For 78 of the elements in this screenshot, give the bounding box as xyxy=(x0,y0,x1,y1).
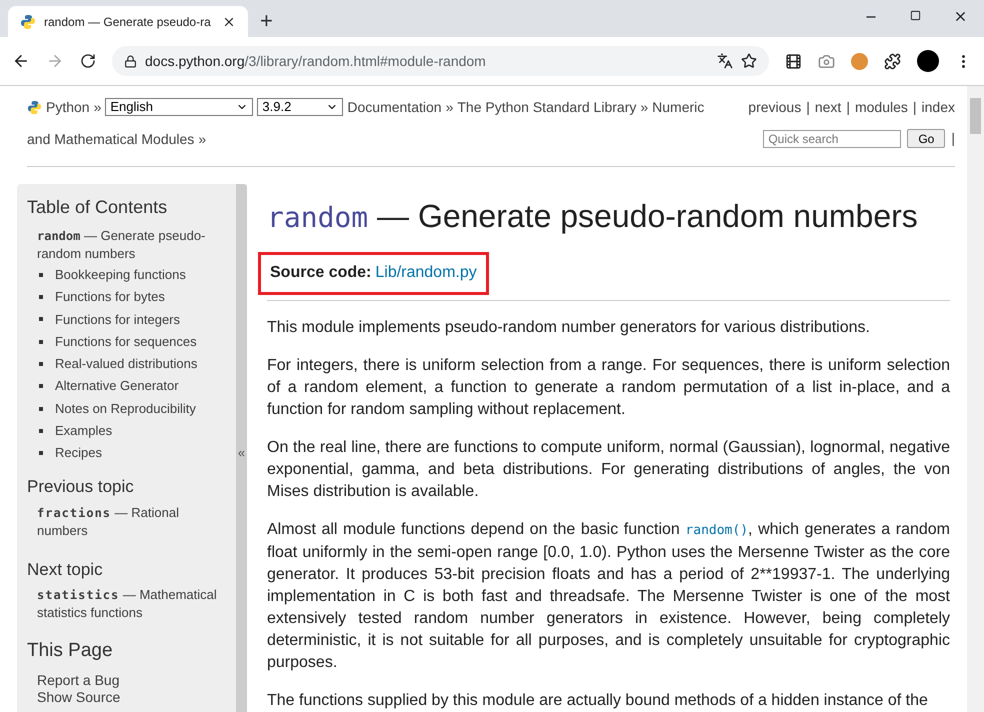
body-paragraph: Almost all module functions depend on the basic function random(), which generates a random float uniformly in the semi-open range [0.0, 1.0). Python uses the Mersenne Twister as the core generator. It produces 53-bit precision floats and has a period of 2**19937-1. The underlying implementation in C is both fast and threadsafe. The Mersenne Twister is one of the most extensively tested random number generators in existence. However, being completely deterministic, it is not suitable for all purposes, and is completely unsuitable for cryptographic purposes. xyxy=(267,520,950,673)
url-text: docs.python.org/3/library/random.html#module-random xyxy=(145,52,487,71)
toc-link[interactable]: Functions for integers xyxy=(55,310,180,330)
star-icon[interactable] xyxy=(741,53,757,69)
toc-link[interactable]: Bookkeeping functions xyxy=(55,264,186,284)
toc-link[interactable]: Functions for sequences xyxy=(55,332,197,352)
toc-link[interactable]: Notes on Reproducibility xyxy=(55,398,196,418)
nav-link[interactable]: modules xyxy=(854,97,908,118)
scrollbar-thumb[interactable] xyxy=(970,98,981,134)
tab-title: random — Generate pseudo-ra xyxy=(44,14,212,30)
body-paragraph: This module implements pseudo-random number generators for various distributions. xyxy=(267,318,871,338)
toc-link[interactable]: Alternative Generator xyxy=(55,376,179,396)
breadcrumb-link[interactable]: Numeric xyxy=(652,99,704,116)
translate-icon[interactable] xyxy=(717,53,733,69)
python-logo-icon xyxy=(20,14,36,30)
body-paragraph: For integers, there is uniform selection from a range. For sequences, there is uniform selection of a random element, a function to generate a random permutation of a list in-place, and a function for random sampling without replacement. xyxy=(267,356,950,420)
language-select[interactable]: English xyxy=(105,98,254,116)
bullet-icon xyxy=(39,317,43,322)
nav-link[interactable]: next xyxy=(814,97,842,118)
bullet-icon xyxy=(39,362,43,366)
next-topic-link[interactable]: statistics — Mathematical statistics functions xyxy=(27,586,228,622)
source-label: Source code: xyxy=(270,263,372,284)
camera-icon[interactable] xyxy=(818,52,835,70)
version-select[interactable]: 3.9.2 xyxy=(257,98,344,116)
source-link[interactable]: Lib/random.py xyxy=(375,261,477,286)
reload-icon[interactable] xyxy=(80,53,96,69)
collapse-sidebar-button[interactable]: « xyxy=(236,184,247,712)
new-tab-button[interactable]: + xyxy=(260,10,273,32)
page-title: random — Generate pseudo-random numbers xyxy=(267,196,919,236)
nav-link[interactable]: index xyxy=(922,97,955,118)
toc-link[interactable]: Examples xyxy=(55,421,112,441)
toc-link[interactable]: Recipes xyxy=(55,443,102,463)
toc-link[interactable]: Real-valued distributions xyxy=(55,354,198,374)
nav-link[interactable]: previous xyxy=(748,97,802,118)
toc-link[interactable]: Functions for bytes xyxy=(55,287,165,307)
link-separator: | xyxy=(806,98,810,117)
page-link[interactable]: Report a Bug xyxy=(27,672,228,689)
address-bar[interactable]: docs.python.org/3/library/random.html#module-random xyxy=(112,46,769,76)
bullet-icon xyxy=(39,451,43,456)
close-window-icon[interactable] xyxy=(953,9,968,24)
bullet-icon xyxy=(39,406,43,411)
film-icon[interactable] xyxy=(785,52,802,70)
previous-topic-link[interactable]: fractions — Rational numbers xyxy=(27,504,228,539)
python-logo-icon xyxy=(27,100,42,115)
breadcrumb-separator: » xyxy=(640,99,648,116)
bullet-icon xyxy=(39,272,43,277)
link-separator: | xyxy=(912,98,917,117)
sidebar-heading: Previous topic xyxy=(27,476,135,498)
sidebar-heading: This Page xyxy=(27,639,114,664)
lock-icon xyxy=(124,54,137,68)
link-separator: | xyxy=(846,98,850,117)
body-paragraph: On the real line, there are functions to compute uniform, normal (Gaussian), lognormal, negative exponential, gamma, and beta distributions. For generating distributions of angles, the von Mises distribution is available. xyxy=(267,438,950,502)
breadcrumb-separator: » xyxy=(446,99,454,116)
puzzle-icon[interactable] xyxy=(884,52,901,70)
link-separator: | xyxy=(951,129,955,148)
search-field[interactable]: Quick search xyxy=(763,130,902,148)
breadcrumb-separator: » xyxy=(94,99,102,116)
scrollbar[interactable] xyxy=(967,86,984,712)
browser-tab[interactable]: random — Generate pseudo-ra xyxy=(8,6,248,37)
breadcrumb-link[interactable]: Documentation xyxy=(347,99,442,116)
go-button[interactable]: Go xyxy=(907,129,946,148)
python-link[interactable]: Python xyxy=(46,99,90,116)
breadcrumb-link[interactable]: The Python Standard Library xyxy=(457,99,636,116)
bullet-icon xyxy=(39,428,43,433)
back-icon[interactable] xyxy=(12,52,30,70)
maximize-icon[interactable] xyxy=(910,10,921,21)
breadcrumb-separator: » xyxy=(198,130,206,147)
profile-avatar[interactable] xyxy=(917,50,939,72)
sidebar-heading: Next topic xyxy=(27,558,104,581)
bullet-icon xyxy=(39,340,43,344)
bullet-icon xyxy=(39,384,43,388)
function-link[interactable]: random() xyxy=(685,522,748,538)
page-link[interactable]: Show Source xyxy=(27,688,228,706)
toc-link[interactable]: random — Generate pseudo-random numbers xyxy=(27,226,228,262)
bullet-icon xyxy=(39,295,43,300)
breadcrumb-link[interactable]: and Mathematical Modules xyxy=(27,130,194,147)
body-paragraph: The functions supplied by this module are actually bound methods of a hidden instance of the xyxy=(267,690,929,711)
sidebar-heading: Table of Contents xyxy=(27,196,168,219)
